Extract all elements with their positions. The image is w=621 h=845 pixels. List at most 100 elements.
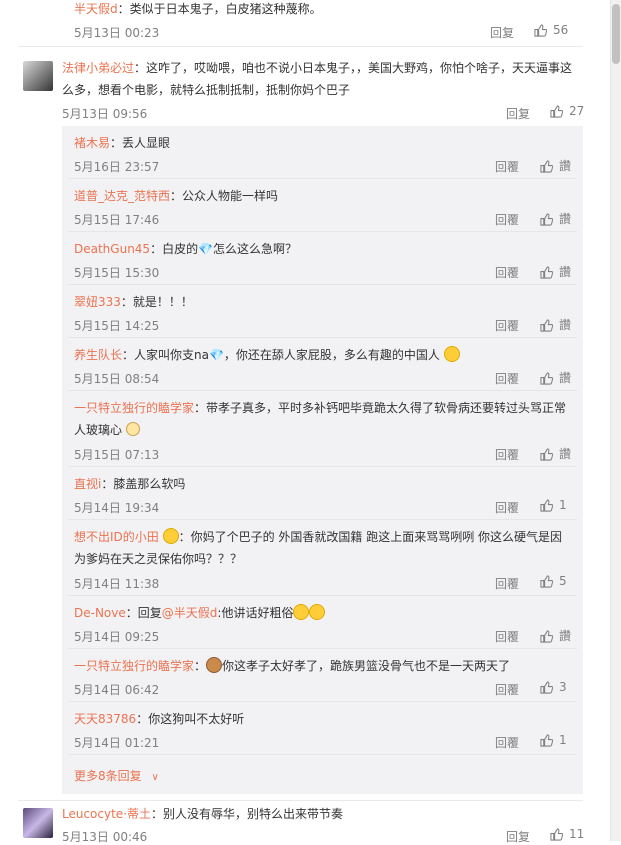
thumb-up-icon (540, 447, 554, 461)
reply-button[interactable]: 回复 (490, 24, 514, 41)
like-count: 56 (553, 23, 569, 37)
scrollbar[interactable] (610, 0, 621, 841)
like-button[interactable]: 11 (550, 827, 584, 841)
reply-button[interactable]: 回复 (506, 105, 530, 122)
reply-username[interactable]: 养生队长 (74, 348, 122, 362)
reply-button[interactable]: 回覆 (495, 681, 519, 698)
reply-item: 一只特立独行的瞌学家：带孝子真多，平时多补钙吧毕竟跪太久得了软骨病还要转过头骂正… (68, 391, 577, 467)
reply-username[interactable]: 褚木易 (74, 136, 110, 150)
like-label: 讚 (559, 318, 572, 332)
reply-username[interactable]: 翠妞333 (74, 295, 121, 309)
thumb-up-icon (540, 499, 554, 512)
reply-text: 你这孝子太好孝了，跪族男篮没骨气也不是一天两天了 (222, 659, 511, 673)
cat-emoji-icon (206, 657, 223, 673)
reply-time: 5月16日 23:57 (74, 160, 160, 174)
reply-username[interactable]: De-Nove (74, 606, 126, 620)
shy-emoji-icon (443, 346, 460, 362)
reply-text: ：人家叫你支na💎，你还在舔人家屁股，多么有趣的中国人 (122, 348, 440, 362)
comment-time: 5月13日 00:46 (62, 830, 148, 844)
reply-time: 5月15日 07:13 (74, 448, 160, 462)
like-button[interactable]: 讚 (540, 445, 571, 462)
like-label: 讚 (559, 265, 572, 279)
reply-button[interactable]: 回覆 (495, 499, 519, 516)
scrollbar-thumb[interactable] (612, 4, 620, 64)
mention-link[interactable]: @半天假d (162, 606, 218, 620)
reply-username[interactable]: 道普_达克_范特西 (74, 189, 170, 203)
like-label: 讚 (559, 629, 572, 643)
more-replies-label: 更多8条回复 (74, 769, 142, 783)
reply-text-cont: 人玻璃心 (74, 423, 123, 437)
reply-text: ：你这狗叫不太好听 (136, 712, 245, 726)
thumb-up-icon (550, 105, 564, 118)
like-button[interactable]: 讚 (540, 316, 571, 333)
comment-username[interactable]: 半天假d (74, 2, 118, 16)
reply-button[interactable]: 回覆 (495, 211, 519, 228)
thumb-up-icon (534, 24, 548, 37)
reply-time: 5月14日 09:25 (74, 630, 160, 644)
reply-button[interactable]: 回覆 (495, 734, 519, 751)
reply-username[interactable]: DeathGun45 (74, 242, 150, 256)
dog-emoji-icon (125, 422, 140, 436)
reply-item: 翠妞333：就是！！！ 5月15日 14:25 回覆 讚 (68, 285, 577, 338)
reply-username[interactable]: 天天83786 (74, 712, 136, 726)
reply-button[interactable]: 回覆 (495, 575, 519, 592)
reply-time: 5月14日 06:42 (74, 683, 160, 697)
comment-username[interactable]: Leucocyte·蒂土 (62, 807, 151, 821)
reply-button[interactable]: 回覆 (495, 370, 519, 387)
reply-button[interactable]: 回覆 (495, 317, 519, 334)
comment-text-cont: 么多，想看个电影，就特么抵制抵制，抵制你妈个巴子 (62, 83, 351, 97)
laugh-emoji-icon (293, 604, 310, 620)
reply-button[interactable]: 回覆 (495, 446, 519, 463)
thumb-up-icon (540, 265, 554, 279)
comment-username[interactable]: 法律小弟必过 (62, 61, 134, 75)
reply-text: ：膝盖那么软吗 (101, 477, 186, 491)
reply-text-prefix: ：回复 (125, 606, 162, 620)
top-comment: 半天假d：类似于日本鬼子，白皮猪这种蔑称。 5月13日 00:23 回复 56 (62, 0, 583, 46)
like-button[interactable]: 56 (534, 23, 568, 37)
reply-time: 5月14日 01:21 (74, 736, 160, 750)
more-replies-link[interactable]: 更多8条回复 ∨ (74, 767, 159, 784)
reply-time: 5月15日 15:30 (74, 266, 160, 280)
like-button[interactable]: 1 (540, 498, 567, 512)
like-button[interactable]: 讚 (540, 263, 571, 280)
like-button[interactable]: 讚 (540, 369, 571, 386)
thumb-up-icon (540, 318, 554, 332)
reply-time: 5月15日 08:54 (74, 372, 160, 386)
reply-text: ：白皮的💎怎么这么急啊？ (150, 242, 298, 256)
like-button[interactable]: 讚 (540, 627, 571, 644)
like-button[interactable]: 1 (540, 733, 567, 747)
like-label: 讚 (559, 212, 572, 226)
like-button[interactable]: 讚 (540, 210, 571, 227)
like-button[interactable]: 讚 (540, 157, 571, 174)
thumb-up-icon (540, 212, 554, 226)
thumb-up-icon (540, 575, 554, 588)
reply-username[interactable]: 想不出ID的小田 (74, 530, 159, 544)
avatar[interactable] (23, 61, 53, 91)
reply-username[interactable]: 直视i (74, 477, 101, 491)
replies-panel: 褚木易：丢人显眼 5月16日 23:57 回覆 讚 道普_达克_范特西：公众人物… (62, 126, 583, 794)
reply-time: 5月14日 11:38 (74, 577, 160, 591)
reply-button[interactable]: 回覆 (495, 158, 519, 175)
reply-item: 想不出ID的小田 ：你妈了个巴子的 外国香就改国籍 跑这上面来骂骂咧咧 你这么硬… (68, 520, 577, 596)
reply-button[interactable]: 回覆 (495, 628, 519, 645)
reply-item: 天天83786：你这狗叫不太好听 5月14日 01:21 回覆 1 (68, 702, 577, 755)
thumb-up-icon (540, 159, 554, 173)
reply-username[interactable]: 一只特立独行的瞌学家 (74, 659, 194, 673)
thumb-up-icon (550, 828, 564, 841)
comment-time: 5月13日 09:56 (62, 107, 148, 121)
reply-text: ：公众人物能一样吗 (170, 189, 279, 203)
reply-username[interactable]: 一只特立独行的瞌学家 (74, 401, 194, 415)
like-label: 讚 (559, 447, 572, 461)
like-label: 讚 (559, 371, 572, 385)
like-button[interactable]: 3 (540, 680, 567, 694)
thumb-up-icon (540, 371, 554, 385)
reply-text: ：丢人显眼 (110, 136, 171, 150)
reply-button[interactable]: 回覆 (495, 264, 519, 281)
reply-button[interactable]: 回复 (506, 828, 530, 845)
thumb-up-icon (540, 629, 554, 643)
like-button[interactable]: 5 (540, 574, 567, 588)
like-button[interactable]: 27 (550, 104, 584, 118)
avatar[interactable] (23, 808, 53, 838)
laugh-emoji-icon (309, 604, 326, 620)
reply-item: DeathGun45：白皮的💎怎么这么急啊？ 5月15日 15:30 回覆 讚 (68, 232, 577, 285)
